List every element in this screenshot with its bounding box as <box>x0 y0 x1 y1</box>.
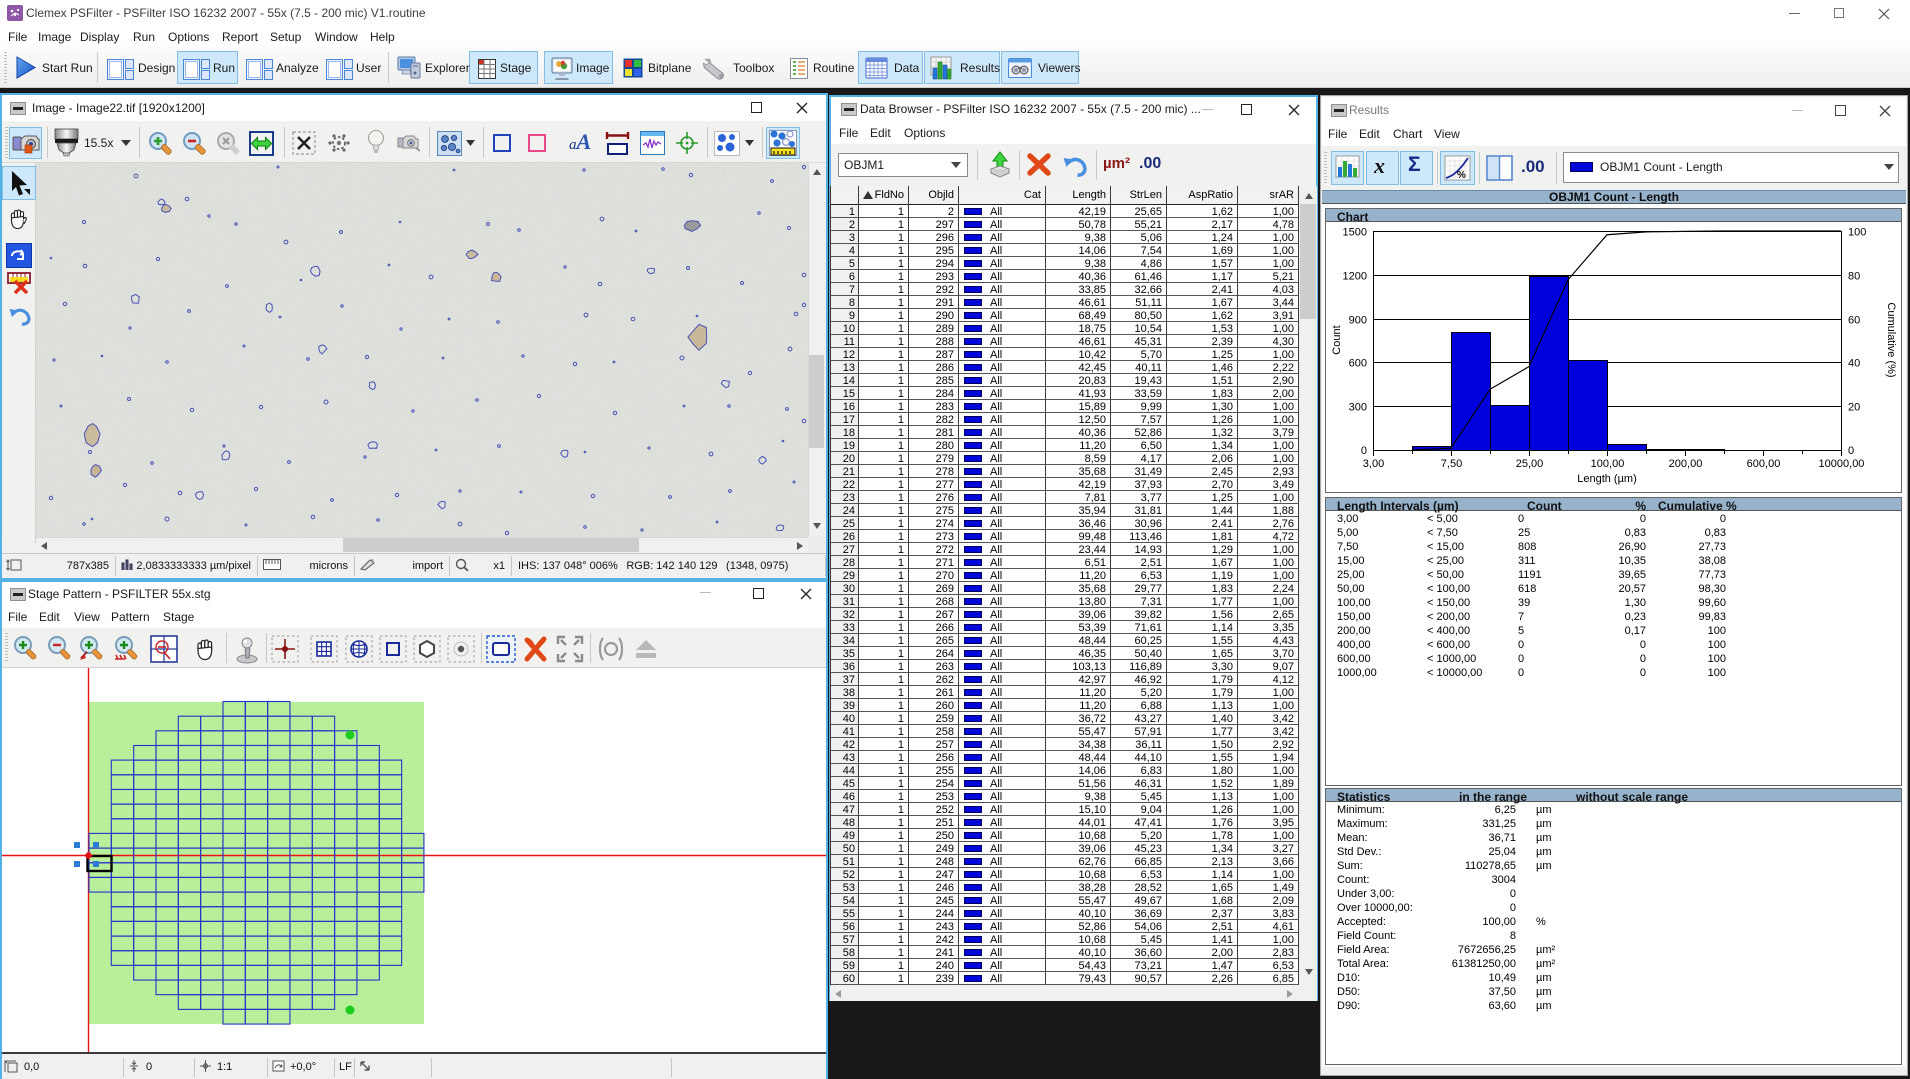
svg-text:0: 0 <box>1848 445 1854 457</box>
svg-text:600: 600 <box>1349 358 1367 370</box>
svg-text:%: % <box>1457 170 1466 181</box>
svg-text:7,50: 7,50 <box>1441 458 1462 470</box>
svg-text:3,00: 3,00 <box>1363 458 1384 470</box>
svg-text:Count: Count <box>1331 325 1343 354</box>
svg-text:1200: 1200 <box>1343 271 1367 283</box>
svg-text:Length (µm): Length (µm) <box>1577 473 1637 485</box>
svg-text:60: 60 <box>1848 315 1860 327</box>
svg-text:100,00: 100,00 <box>1591 458 1625 470</box>
svg-text:1500: 1500 <box>1343 227 1367 239</box>
svg-text:100: 100 <box>1848 227 1866 239</box>
svg-text:200,00: 200,00 <box>1669 458 1703 470</box>
svg-text:40: 40 <box>1848 358 1860 370</box>
svg-text:25,00: 25,00 <box>1516 458 1544 470</box>
svg-text:900: 900 <box>1349 315 1367 327</box>
svg-text:300: 300 <box>1349 402 1367 414</box>
svg-text:20: 20 <box>1848 402 1860 414</box>
svg-text:Cumulative (%): Cumulative (%) <box>1885 302 1897 377</box>
svg-text:10000,00: 10000,00 <box>1819 458 1865 470</box>
svg-text:0: 0 <box>1361 445 1367 457</box>
svg-text:80: 80 <box>1848 271 1860 283</box>
svg-text:600,00: 600,00 <box>1747 458 1781 470</box>
